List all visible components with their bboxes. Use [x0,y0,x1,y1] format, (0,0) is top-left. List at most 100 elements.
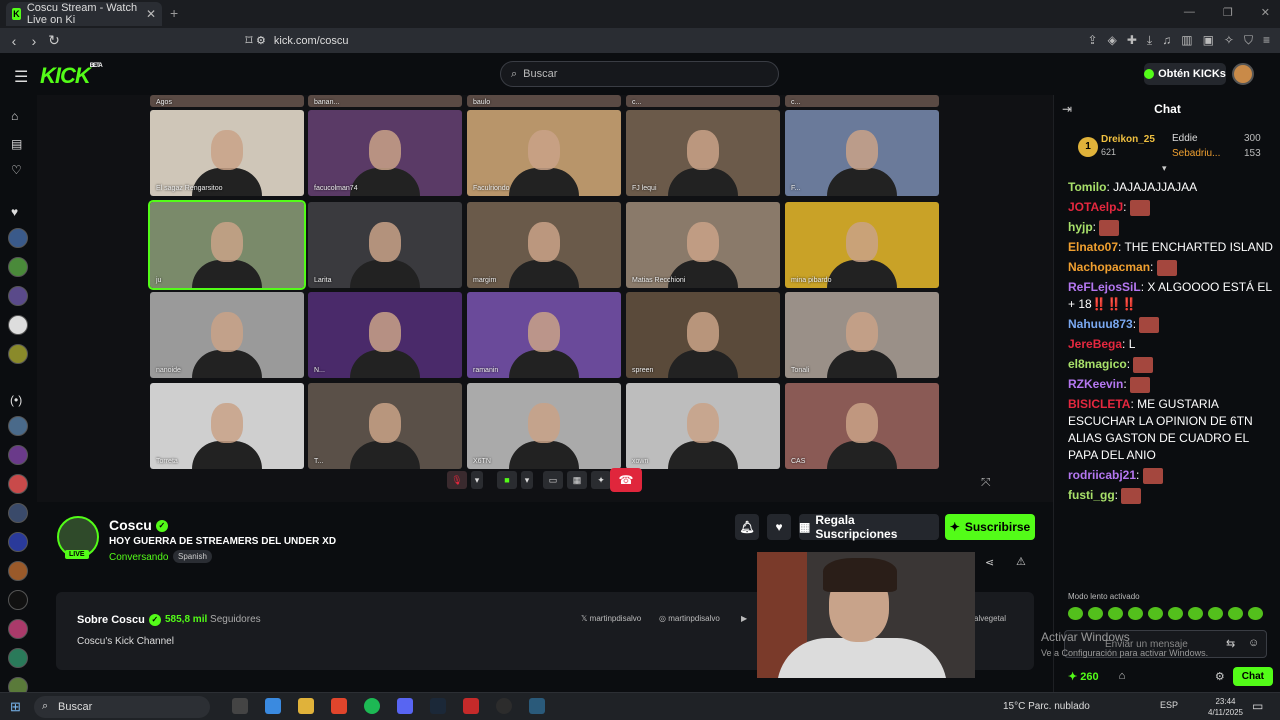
chat-settings-gear-icon[interactable]: ⚙ [1215,670,1225,683]
brave-browser-icon[interactable] [331,698,347,714]
participant-tile-partial[interactable]: Agos [150,95,304,107]
chat-username[interactable]: el8magico [1068,357,1127,371]
app-icon[interactable] [463,698,479,714]
sidebar-channel-avatar[interactable] [8,590,28,610]
participant-tile[interactable]: xown [626,383,780,469]
browser-tab[interactable]: K Coscu Stream - Watch Live on Ki ✕ [6,2,162,26]
participant-tile[interactable]: Faculriondo [467,110,621,196]
collapse-chat-icon[interactable]: ⇥ [1062,95,1072,123]
participant-tile[interactable]: nanoide [150,292,304,378]
participant-tile-partial[interactable]: banan... [308,95,462,107]
participant-tile-partial[interactable]: c... [626,95,780,107]
translate-icon[interactable]: ⇆ [1226,637,1235,650]
reload-icon[interactable]: ↻ [44,32,64,49]
sidebar-channel-avatar[interactable] [8,532,28,552]
brave-shield-icon[interactable]: ◈ [1108,33,1117,48]
participant-tile[interactable]: ramanin [467,292,621,378]
user-avatar[interactable] [1232,63,1254,85]
store-icon[interactable]: ⌂ [1119,670,1126,682]
emoji-picker-icon[interactable]: ☺ [1248,637,1259,649]
sidebar-channel-avatar[interactable] [8,445,28,465]
chat-username[interactable]: fusti_gg [1068,488,1115,502]
participant-tile[interactable]: ju [148,200,306,290]
hamburger-menu-icon[interactable]: ☰ [14,67,28,87]
search-input[interactable]: ⌕ Buscar [500,61,779,87]
system-tray[interactable]: ESP [1160,700,1178,710]
emote-icon[interactable] [1248,607,1263,620]
participant-tile[interactable]: CAS [785,383,939,469]
site-info-icon[interactable]: ⚙ [256,34,266,47]
camera-dropdown-icon[interactable]: ▾ [521,471,533,489]
participant-tile[interactable]: margim [467,202,621,288]
download-icon[interactable]: ⤓ [1147,33,1152,48]
emote-icon[interactable] [1108,607,1123,620]
gifter-2-name[interactable]: Eddie [1172,133,1198,144]
chat-username[interactable]: Nachopacman [1068,260,1150,274]
participant-tile[interactable]: F... [785,110,939,196]
follow-heart-icon[interactable]: ♥ [767,514,791,540]
participant-tile[interactable]: T... [308,383,462,469]
screen-share-icon[interactable]: ▭ [543,471,563,489]
gift-subs-button[interactable]: ▦ Regala Suscripciones [799,513,939,541]
emote-icon[interactable] [1088,607,1103,620]
participant-tile[interactable]: X6TN [467,383,621,469]
chat-username[interactable]: Nahuuu873 [1068,317,1133,331]
copilot-icon[interactable] [265,698,281,714]
sidebar-channel-avatar[interactable] [8,648,28,668]
participant-tile[interactable]: El sagaz Rengarsitoo [150,110,304,196]
participant-tile[interactable]: mina pibardo [785,202,939,288]
spotify-icon[interactable] [364,698,380,714]
taskbar-search[interactable]: ⌕ Buscar [34,696,210,718]
back-icon[interactable]: ‹ [4,33,24,49]
sidebar-channel-avatar[interactable] [8,286,28,306]
participant-tile[interactable]: facucolman74 [308,110,462,196]
weather-widget[interactable]: 15°C Parc. nublado [1003,701,1090,712]
sidebar-channel-avatar[interactable] [8,416,28,436]
wallet-icon[interactable]: ▣ [1203,33,1214,48]
chat-username[interactable]: hyjp [1068,220,1093,234]
sidebar-channel-avatar[interactable] [8,474,28,494]
send-chat-button[interactable]: Chat [1232,666,1273,686]
obs-icon[interactable] [496,698,512,714]
emote-icon[interactable] [1228,607,1243,620]
stream-category[interactable]: Conversando [109,552,168,563]
extensions-icon[interactable]: ✚ [1127,33,1137,48]
social-x-link[interactable]: 𝕏 martinpdisalvo [581,614,641,623]
sidebar-channel-avatar[interactable] [8,503,28,523]
app-icon[interactable] [529,698,545,714]
chat-username[interactable]: JereBega [1068,337,1122,351]
emote-icon[interactable] [1068,607,1083,620]
notifications-icon[interactable]: ▭ [1252,699,1263,713]
effects-icon[interactable]: ✦ [591,471,611,489]
menu-icon[interactable]: ≡ [1263,33,1270,48]
report-warning-icon[interactable]: ⚠ [1016,555,1026,568]
youtube-icon[interactable]: ▶ [741,614,747,623]
mic-muted-icon[interactable]: 🎙 [447,471,467,489]
url-field[interactable]: ⚙ kick.com/coscu [256,31,1096,50]
emote-icon[interactable] [1168,607,1183,620]
video-player[interactable]: Agos banan... baulo c... c... El sagaz Renga… [37,95,1053,502]
chat-username[interactable]: ReFLejosSiL [1068,280,1141,294]
chat-username[interactable]: RZKeevin [1068,377,1123,391]
participant-tile[interactable]: N... [308,292,462,378]
tab-close-icon[interactable]: ✕ [146,7,156,21]
sidebar-channel-avatar[interactable] [8,344,28,364]
discord-icon[interactable] [397,698,413,714]
participant-tile[interactable]: Tonali [785,292,939,378]
windows-start-icon[interactable]: ⊞ [10,699,21,715]
chat-username[interactable]: Elnato07 [1068,240,1118,254]
chat-username[interactable]: JOTAelpJ [1068,200,1123,214]
steam-icon[interactable] [430,698,446,714]
social-other-link[interactable]: alvegetal [974,614,1006,623]
maximize-icon[interactable]: ❐ [1223,6,1233,19]
participant-tile-partial[interactable]: baulo [467,95,621,107]
sidebar-channel-avatar[interactable] [8,561,28,581]
language-tag[interactable]: Spanish [173,550,212,563]
browse-icon[interactable]: ▤ [11,137,22,151]
participant-tile-partial[interactable]: c... [785,95,939,107]
clock[interactable]: 23:44 4/11/2025 [1208,696,1243,718]
file-explorer-icon[interactable] [298,698,314,714]
vpn-icon[interactable]: ⛉ [1244,33,1253,48]
sidebar-channel-avatar[interactable] [8,315,28,335]
participant-tile[interactable]: spreen [626,292,780,378]
